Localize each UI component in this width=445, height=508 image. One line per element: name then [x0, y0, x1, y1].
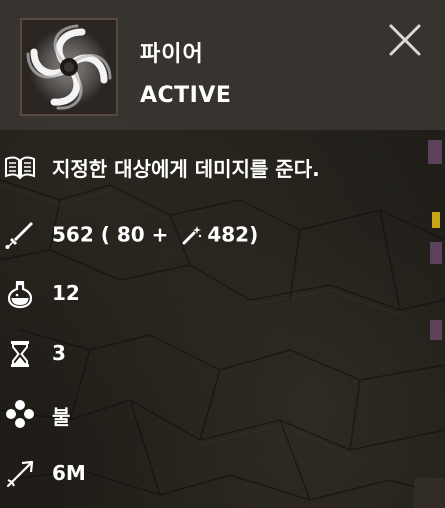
cooldown-row: 3	[0, 334, 445, 374]
skill-name: 파이어	[140, 42, 204, 67]
element-icon	[6, 400, 34, 428]
hourglass-icon	[11, 341, 29, 367]
damage-magic: 482)	[207, 222, 259, 247]
damage-value: 562 ( 80 + 482)	[52, 221, 258, 247]
close-button[interactable]	[385, 20, 425, 60]
description-row: 지정한 대상에게 데미지를 준다.	[0, 146, 445, 186]
fire-skill-icon	[20, 18, 118, 116]
skill-tooltip: 파이어 ACTIVE 지정한 대상에게 데미지를 준다. 562 ( 80 +	[0, 0, 445, 508]
mana-row: 12	[0, 274, 445, 314]
wand-icon	[182, 225, 202, 244]
skill-type: ACTIVE	[140, 83, 232, 108]
skill-description: 지정한 대상에게 데미지를 준다.	[52, 157, 320, 181]
damage-base: ( 80 +	[93, 222, 176, 247]
mana-cost: 12	[52, 281, 80, 305]
close-icon	[389, 24, 421, 56]
cooldown-value: 3	[52, 341, 66, 365]
range-value: 6M	[52, 461, 86, 485]
range-row: 6M	[0, 454, 445, 494]
damage-total: 562	[52, 222, 94, 247]
potion-icon	[7, 281, 33, 309]
damage-row: 562 ( 80 + 482)	[0, 214, 445, 254]
element-value: 불	[52, 405, 71, 429]
range-arrow-icon	[6, 460, 34, 488]
tooltip-header: 파이어 ACTIVE	[0, 0, 445, 130]
book-icon	[5, 156, 35, 180]
sword-icon	[5, 222, 33, 249]
element-row: 불	[0, 394, 445, 434]
